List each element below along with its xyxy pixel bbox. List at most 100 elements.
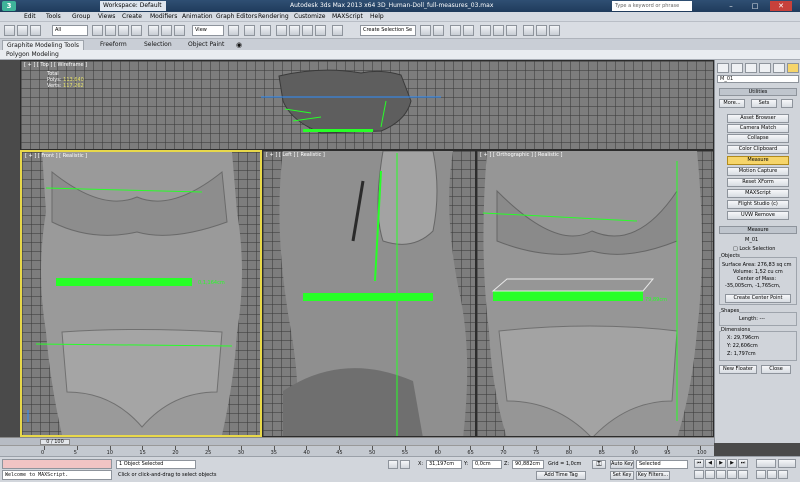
- search-input[interactable]: Type a keyword or phrase: [612, 1, 692, 11]
- menu-group[interactable]: Group: [72, 13, 90, 21]
- rendered-frame-icon[interactable]: [536, 25, 547, 36]
- menu-animation[interactable]: Animation: [182, 13, 213, 21]
- select-by-name-icon[interactable]: [105, 25, 116, 36]
- menu-rendering[interactable]: Rendering: [258, 13, 289, 21]
- reference-coordinate-dropdown[interactable]: View: [192, 25, 224, 36]
- scale-icon[interactable]: [174, 25, 185, 36]
- maximize-icon[interactable]: □: [744, 1, 766, 11]
- viewport-top[interactable]: [ + ] [ Top ] [ Wireframe ] Total Polys:…: [20, 60, 714, 150]
- absolute-mode-icon[interactable]: [400, 460, 410, 469]
- viewport-label-orthographic[interactable]: [ + ] [ Orthographic ] [ Realistic ]: [480, 152, 562, 158]
- measure-rollout-header[interactable]: Measure: [719, 226, 797, 234]
- add-time-tag-button[interactable]: Add Time Tag: [536, 471, 586, 480]
- zoom-extents-icon[interactable]: [716, 470, 726, 479]
- tab-graphite-modeling-tools[interactable]: Graphite Modeling Tools: [2, 40, 85, 50]
- display-tab-icon[interactable]: [773, 63, 785, 73]
- mirror-icon[interactable]: [420, 25, 431, 36]
- utilities-rollout-header[interactable]: Utilities: [719, 88, 797, 96]
- angle-snap-icon[interactable]: [289, 25, 300, 36]
- go-to-end-icon[interactable]: ⏭: [738, 459, 748, 468]
- key-filters-button[interactable]: Key Filters...: [636, 471, 670, 480]
- more-button[interactable]: More...: [719, 99, 745, 108]
- close-icon[interactable]: ✕: [770, 1, 792, 11]
- curve-editor-icon[interactable]: [480, 25, 491, 36]
- link-icon[interactable]: [30, 25, 41, 36]
- auto-key-button[interactable]: Auto Key: [610, 460, 634, 469]
- zoom-icon[interactable]: [694, 470, 704, 479]
- go-to-start-icon[interactable]: ⏮: [694, 459, 704, 468]
- select-object-icon[interactable]: [92, 25, 103, 36]
- rotate-icon[interactable]: [161, 25, 172, 36]
- zoom-all-icon[interactable]: [705, 470, 715, 479]
- y-coordinate-field[interactable]: 0,0cm: [472, 460, 502, 469]
- edit-named-selection-icon[interactable]: [332, 25, 343, 36]
- current-frame-field[interactable]: [756, 459, 776, 468]
- key-mode-dropdown[interactable]: Selected: [636, 460, 688, 469]
- align-icon[interactable]: [433, 25, 444, 36]
- app-logo-icon[interactable]: 3: [2, 1, 16, 11]
- utility-collapse[interactable]: Collapse: [727, 134, 789, 143]
- menu-help[interactable]: Help: [370, 13, 384, 21]
- utility-uvw-remove[interactable]: UVW Remove: [727, 211, 789, 220]
- select-manipulate-icon[interactable]: [244, 25, 255, 36]
- menu-tools[interactable]: Tools: [46, 13, 61, 21]
- field-of-view-icon[interactable]: [738, 470, 748, 479]
- maximize-viewport-icon[interactable]: [778, 470, 788, 479]
- viewport-label-left[interactable]: [ + ] [ Left ] [ Realistic ]: [266, 152, 325, 158]
- layer-manager-icon[interactable]: [450, 25, 461, 36]
- maxscript-listener-output[interactable]: Welcome to MAXScript.: [2, 470, 112, 480]
- spinner-snap-icon[interactable]: [315, 25, 326, 36]
- menu-maxscript[interactable]: MAXScript: [332, 13, 363, 21]
- menu-edit[interactable]: Edit: [24, 13, 36, 21]
- motion-tab-icon[interactable]: [759, 63, 771, 73]
- tab-object-paint[interactable]: Object Paint: [188, 40, 224, 50]
- play-icon[interactable]: ▶: [716, 459, 726, 468]
- polygon-modeling-panel[interactable]: Polygon Modeling: [6, 50, 59, 60]
- object-name-field[interactable]: M_01: [717, 75, 799, 83]
- pivot-icon[interactable]: [228, 25, 239, 36]
- material-editor-icon[interactable]: [506, 25, 517, 36]
- set-key-icon[interactable]: ⚿: [592, 460, 606, 469]
- time-configuration-icon[interactable]: [778, 459, 796, 468]
- move-icon[interactable]: [148, 25, 159, 36]
- menu-customize[interactable]: Customize: [294, 13, 326, 21]
- selection-filter-dropdown[interactable]: All: [52, 25, 88, 36]
- maxscript-listener-input[interactable]: [2, 459, 112, 469]
- hierarchy-tab-icon[interactable]: [745, 63, 757, 73]
- window-crossing-icon[interactable]: [131, 25, 142, 36]
- modify-tab-icon[interactable]: [731, 63, 743, 73]
- viewport-label-front[interactable]: [ + ] [ Front ] [ Realistic ]: [25, 153, 87, 159]
- create-tab-icon[interactable]: [717, 63, 729, 73]
- percent-snap-icon[interactable]: [302, 25, 313, 36]
- zoom-extents-all-icon[interactable]: [727, 470, 737, 479]
- utility-asset-browser[interactable]: Asset Browser: [727, 114, 789, 123]
- new-floater-button[interactable]: New Floater: [719, 365, 757, 374]
- configure-sets-icon[interactable]: [781, 99, 793, 108]
- menu-create[interactable]: Create: [122, 13, 142, 21]
- render-production-icon[interactable]: [549, 25, 560, 36]
- create-center-point-button[interactable]: Create Center Point: [725, 294, 791, 303]
- tab-selection[interactable]: Selection: [144, 40, 172, 50]
- minimize-icon[interactable]: –: [720, 1, 742, 11]
- rectangular-selection-icon[interactable]: [118, 25, 129, 36]
- snaps-toggle-icon[interactable]: [276, 25, 287, 36]
- utilities-tab-icon[interactable]: [787, 63, 799, 73]
- set-key-button[interactable]: Set Key: [610, 471, 634, 480]
- next-frame-icon[interactable]: ▶: [727, 459, 737, 468]
- lock-selection-icon[interactable]: [388, 460, 398, 469]
- viewport-left[interactable]: [ + ] [ Left ] [ Realistic ]: [262, 150, 476, 437]
- utility-camera-match[interactable]: Camera Match: [727, 124, 789, 133]
- menu-graph-editors[interactable]: Graph Editors: [216, 13, 257, 21]
- viewport-front[interactable]: [ + ] [ Front ] [ Realistic ] 0,1,164cm: [20, 150, 262, 437]
- tab-freeform[interactable]: Freeform: [100, 40, 127, 50]
- menu-views[interactable]: Views: [98, 13, 115, 21]
- viewport-label-top[interactable]: [ + ] [ Top ] [ Wireframe ]: [24, 62, 87, 68]
- named-selection-set-dropdown[interactable]: Create Selection Se: [360, 25, 416, 36]
- utility-flight-studio[interactable]: Flight Studio (c): [727, 200, 789, 209]
- close-button[interactable]: Close: [761, 365, 791, 374]
- lock-selection-checkbox[interactable]: □ Lock Selection: [733, 246, 775, 252]
- render-setup-icon[interactable]: [523, 25, 534, 36]
- x-coordinate-field[interactable]: 31,197cm: [426, 460, 462, 469]
- workspace-dropdown[interactable]: Workspace: Default: [100, 1, 166, 11]
- viewport-orthographic[interactable]: [ + ] [ Orthographic ] [ Realistic ] 79,…: [476, 150, 714, 437]
